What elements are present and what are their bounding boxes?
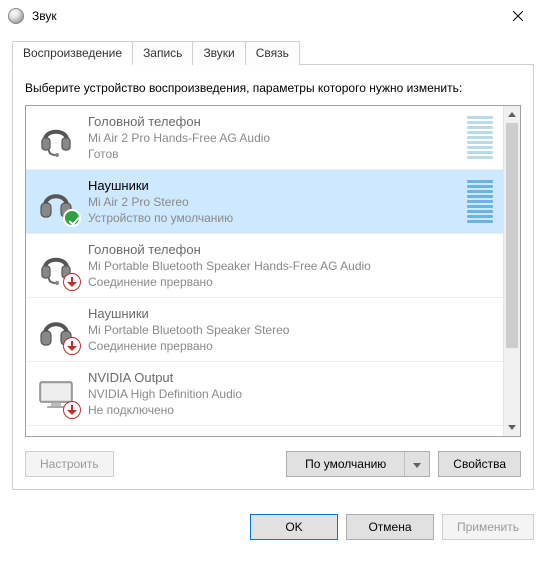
headphones-icon	[34, 180, 78, 224]
tab-communications[interactable]: Связь	[245, 41, 300, 65]
headset-icon	[34, 116, 78, 160]
default-badge-icon	[63, 209, 81, 227]
monitor-icon	[34, 436, 78, 437]
scrollbar-thumb[interactable]	[506, 123, 518, 348]
device-description: Mi Air 2 Pro Hands-Free AG Audio	[88, 130, 457, 146]
device-text: Головной телефонMi Air 2 Pro Hands-Free …	[88, 113, 457, 163]
headphones-icon	[34, 308, 78, 352]
tab-recording[interactable]: Запись	[132, 41, 193, 65]
level-meter-icon	[467, 117, 493, 159]
configure-button[interactable]: Настроить	[25, 451, 114, 477]
device-row[interactable]: NVIDIA OutputNVIDIA High Definition Audi…	[26, 362, 503, 426]
tab-sounds[interactable]: Звуки	[192, 41, 245, 65]
device-status: Соединение прервано	[88, 274, 495, 290]
level-meter-icon	[467, 181, 493, 223]
cancel-button[interactable]: Отмена	[346, 514, 434, 540]
device-status: Устройство по умолчанию	[88, 210, 457, 226]
device-description: NVIDIA High Definition Audio	[88, 386, 495, 402]
device-name: Головной телефон	[88, 113, 457, 131]
panel-buttons: Настроить По умолчанию Свойства	[25, 451, 521, 477]
device-name: Наушники	[88, 177, 457, 195]
device-row[interactable]: НаушникиMi Portable Bluetooth Speaker St…	[26, 298, 503, 362]
tab-panel-playback: Выберите устройство воспроизведения, пар…	[12, 65, 534, 490]
vertical-scrollbar[interactable]	[503, 106, 520, 436]
tab-strip: Воспроизведение Запись Звуки Связь	[12, 40, 534, 65]
device-description: Mi Air 2 Pro Stereo	[88, 194, 457, 210]
properties-button[interactable]: Свойства	[438, 451, 521, 477]
dialog-button-row: OK Отмена Применить	[0, 502, 546, 552]
sound-app-icon	[8, 8, 24, 24]
device-status: Соединение прервано	[88, 338, 495, 354]
close-icon	[513, 11, 523, 21]
device-row[interactable]: Головной телефонMi Portable Bluetooth Sp…	[26, 234, 503, 298]
title-bar: Звук	[0, 0, 546, 32]
apply-button[interactable]: Применить	[442, 514, 534, 540]
device-listbox[interactable]: Головной телефонMi Air 2 Pro Hands-Free …	[25, 105, 521, 437]
scroll-down-button[interactable]	[504, 419, 520, 436]
window-title: Звук	[32, 9, 498, 23]
device-text: НаушникиMi Air 2 Pro StereoУстройство по…	[88, 177, 457, 227]
device-row[interactable]: НаушникиMi Air 2 Pro StereoУстройство по…	[26, 170, 503, 234]
set-default-dropdown[interactable]	[404, 452, 429, 476]
device-text: Головной телефонMi Portable Bluetooth Sp…	[88, 241, 495, 291]
headset-icon	[34, 116, 78, 160]
disconnected-badge-icon	[63, 401, 81, 419]
device-row[interactable]: NVIDIA OutputNVIDIA High Definition Audi…	[26, 426, 503, 436]
device-name: NVIDIA Output	[88, 369, 495, 387]
set-default-label: По умолчанию	[287, 452, 404, 476]
chevron-up-icon	[508, 112, 516, 117]
device-row[interactable]: Головной телефонMi Air 2 Pro Hands-Free …	[26, 106, 503, 170]
device-text: NVIDIA OutputNVIDIA High Definition Audi…	[88, 369, 495, 419]
chevron-down-icon	[508, 425, 516, 430]
device-description: Mi Portable Bluetooth Speaker Stereo	[88, 322, 495, 338]
close-button[interactable]	[498, 0, 538, 32]
set-default-split-button[interactable]: По умолчанию	[286, 451, 430, 477]
device-name: Головной телефон	[88, 241, 495, 259]
device-text: НаушникиMi Portable Bluetooth Speaker St…	[88, 305, 495, 355]
disconnected-badge-icon	[63, 337, 81, 355]
headset-icon	[34, 244, 78, 288]
ok-button[interactable]: OK	[250, 514, 338, 540]
instruction-text: Выберите устройство воспроизведения, пар…	[25, 81, 521, 95]
chevron-down-icon	[413, 463, 421, 468]
device-status: Готов	[88, 146, 457, 162]
tab-playback[interactable]: Воспроизведение	[12, 41, 133, 65]
device-status: Не подключено	[88, 402, 495, 418]
monitor-icon	[34, 372, 78, 416]
monitor-icon	[34, 436, 78, 437]
device-list-inner: Головной телефонMi Air 2 Pro Hands-Free …	[26, 106, 503, 436]
device-description: Mi Portable Bluetooth Speaker Hands-Free…	[88, 258, 495, 274]
dialog-content: Воспроизведение Запись Звуки Связь Выбер…	[0, 32, 546, 502]
scroll-up-button[interactable]	[504, 106, 520, 123]
disconnected-badge-icon	[63, 273, 81, 291]
device-name: Наушники	[88, 305, 495, 323]
